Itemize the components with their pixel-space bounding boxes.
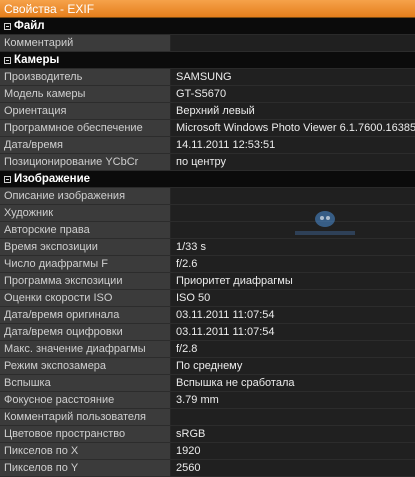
property-row[interactable]: Программа экспозиции Приоритет диафрагмы <box>0 273 415 290</box>
property-name: Режим экспозамера <box>0 358 171 374</box>
property-row[interactable]: Время экспозиции 1/33 s <box>0 239 415 256</box>
property-value[interactable] <box>171 205 415 221</box>
property-value[interactable]: f/2.8 <box>171 341 415 357</box>
property-row[interactable]: Пикселов по Y 2560 <box>0 460 415 477</box>
property-name: Пикселов по X <box>0 443 171 459</box>
property-row[interactable]: Макс. значение диафрагмы f/2.8 <box>0 341 415 358</box>
property-row[interactable]: Пикселов по X 1920 <box>0 443 415 460</box>
property-name: Фокусное расстояние <box>0 392 171 408</box>
property-row[interactable]: Программное обеспечение Microsoft Windows… <box>0 120 415 137</box>
property-row[interactable]: Художник <box>0 205 415 222</box>
section-title: Камеры <box>14 53 60 66</box>
section-header[interactable]: Изображение <box>0 171 415 188</box>
property-row[interactable]: Ориентация Верхний левый <box>0 103 415 120</box>
property-name: Программное обеспечение <box>0 120 171 136</box>
property-row[interactable]: Режим экспозамера По среднему <box>0 358 415 375</box>
property-value[interactable]: Вспышка не сработала <box>171 375 415 391</box>
property-name: Цветовое пространство <box>0 426 171 442</box>
property-name: Программа экспозиции <box>0 273 171 289</box>
property-value[interactable]: 03.11.2011 11:07:54 <box>171 307 415 323</box>
property-row[interactable]: Производитель SAMSUNG <box>0 69 415 86</box>
property-value[interactable]: 14.11.2011 12:53:51 <box>171 137 415 153</box>
property-name: Дата/время <box>0 137 171 153</box>
property-value[interactable]: 2560 <box>171 460 415 476</box>
property-value[interactable]: 3.79 mm <box>171 392 415 408</box>
property-value[interactable] <box>171 188 415 204</box>
property-name: Дата/время оригинала <box>0 307 171 323</box>
section-title: Файл <box>14 19 45 32</box>
property-name: Комментарий <box>0 35 171 51</box>
property-row[interactable]: Позиционирование YCbCr по центру <box>0 154 415 171</box>
property-value[interactable]: По среднему <box>171 358 415 374</box>
property-row[interactable]: Комментарий <box>0 35 415 52</box>
property-name: Ориентация <box>0 103 171 119</box>
section-header[interactable]: Файл <box>0 18 415 35</box>
property-value[interactable]: GT-S5670 <box>171 86 415 102</box>
property-value[interactable]: sRGB <box>171 426 415 442</box>
property-name: Макс. значение диафрагмы <box>0 341 171 357</box>
collapse-minus-icon[interactable] <box>0 18 14 35</box>
property-row[interactable]: Дата/время оригинала 03.11.2011 11:07:54 <box>0 307 415 324</box>
property-row[interactable]: Цветовое пространство sRGB <box>0 426 415 443</box>
property-row[interactable]: Вспышка Вспышка не сработала <box>0 375 415 392</box>
property-name: Авторские права <box>0 222 171 238</box>
collapse-minus-icon[interactable] <box>0 52 14 69</box>
property-value[interactable]: ISO 50 <box>171 290 415 306</box>
property-value[interactable]: SAMSUNG <box>171 69 415 85</box>
property-row[interactable]: Дата/время 14.11.2011 12:53:51 <box>0 137 415 154</box>
property-row[interactable]: Дата/время оцифровки 03.11.2011 11:07:54 <box>0 324 415 341</box>
property-name: Описание изображения <box>0 188 171 204</box>
collapse-minus-icon[interactable] <box>0 171 14 188</box>
property-value[interactable]: f/2.6 <box>171 256 415 272</box>
property-value[interactable]: Верхний левый <box>171 103 415 119</box>
property-name: Комментарий пользователя <box>0 409 171 425</box>
property-value[interactable]: Microsoft Windows Photo Viewer 6.1.7600.… <box>171 120 415 136</box>
property-name: Оценки скорости ISO <box>0 290 171 306</box>
window-title: Свойства - EXIF <box>0 0 415 18</box>
property-name: Число диафрагмы F <box>0 256 171 272</box>
property-value[interactable] <box>171 35 415 51</box>
property-name: Производитель <box>0 69 171 85</box>
property-name: Модель камеры <box>0 86 171 102</box>
property-name: Пикселов по Y <box>0 460 171 476</box>
property-row[interactable]: Авторские права <box>0 222 415 239</box>
property-name: Художник <box>0 205 171 221</box>
property-value[interactable]: 1/33 s <box>171 239 415 255</box>
property-value[interactable] <box>171 409 415 425</box>
property-value[interactable]: по центру <box>171 154 415 170</box>
property-name: Позиционирование YCbCr <box>0 154 171 170</box>
property-value[interactable]: 1920 <box>171 443 415 459</box>
property-row[interactable]: Число диафрагмы Ff/2.6 <box>0 256 415 273</box>
property-row[interactable]: Фокусное расстояние 3.79 mm <box>0 392 415 409</box>
property-value[interactable] <box>171 222 415 238</box>
property-row[interactable]: Модель камеры GT-S5670 <box>0 86 415 103</box>
property-value[interactable]: 03.11.2011 11:07:54 <box>171 324 415 340</box>
property-row[interactable]: Комментарий пользователя <box>0 409 415 426</box>
section-title: Изображение <box>14 172 91 185</box>
property-row[interactable]: Описание изображения <box>0 188 415 205</box>
property-name: Время экспозиции <box>0 239 171 255</box>
property-row[interactable]: Оценки скорости ISO ISO 50 <box>0 290 415 307</box>
section-header[interactable]: Камеры <box>0 52 415 69</box>
property-value[interactable]: Приоритет диафрагмы <box>171 273 415 289</box>
property-name: Вспышка <box>0 375 171 391</box>
property-name: Дата/время оцифровки <box>0 324 171 340</box>
exif-property-grid: Файл Комментарий Камеры Производитель SAMSUN… <box>0 18 415 477</box>
